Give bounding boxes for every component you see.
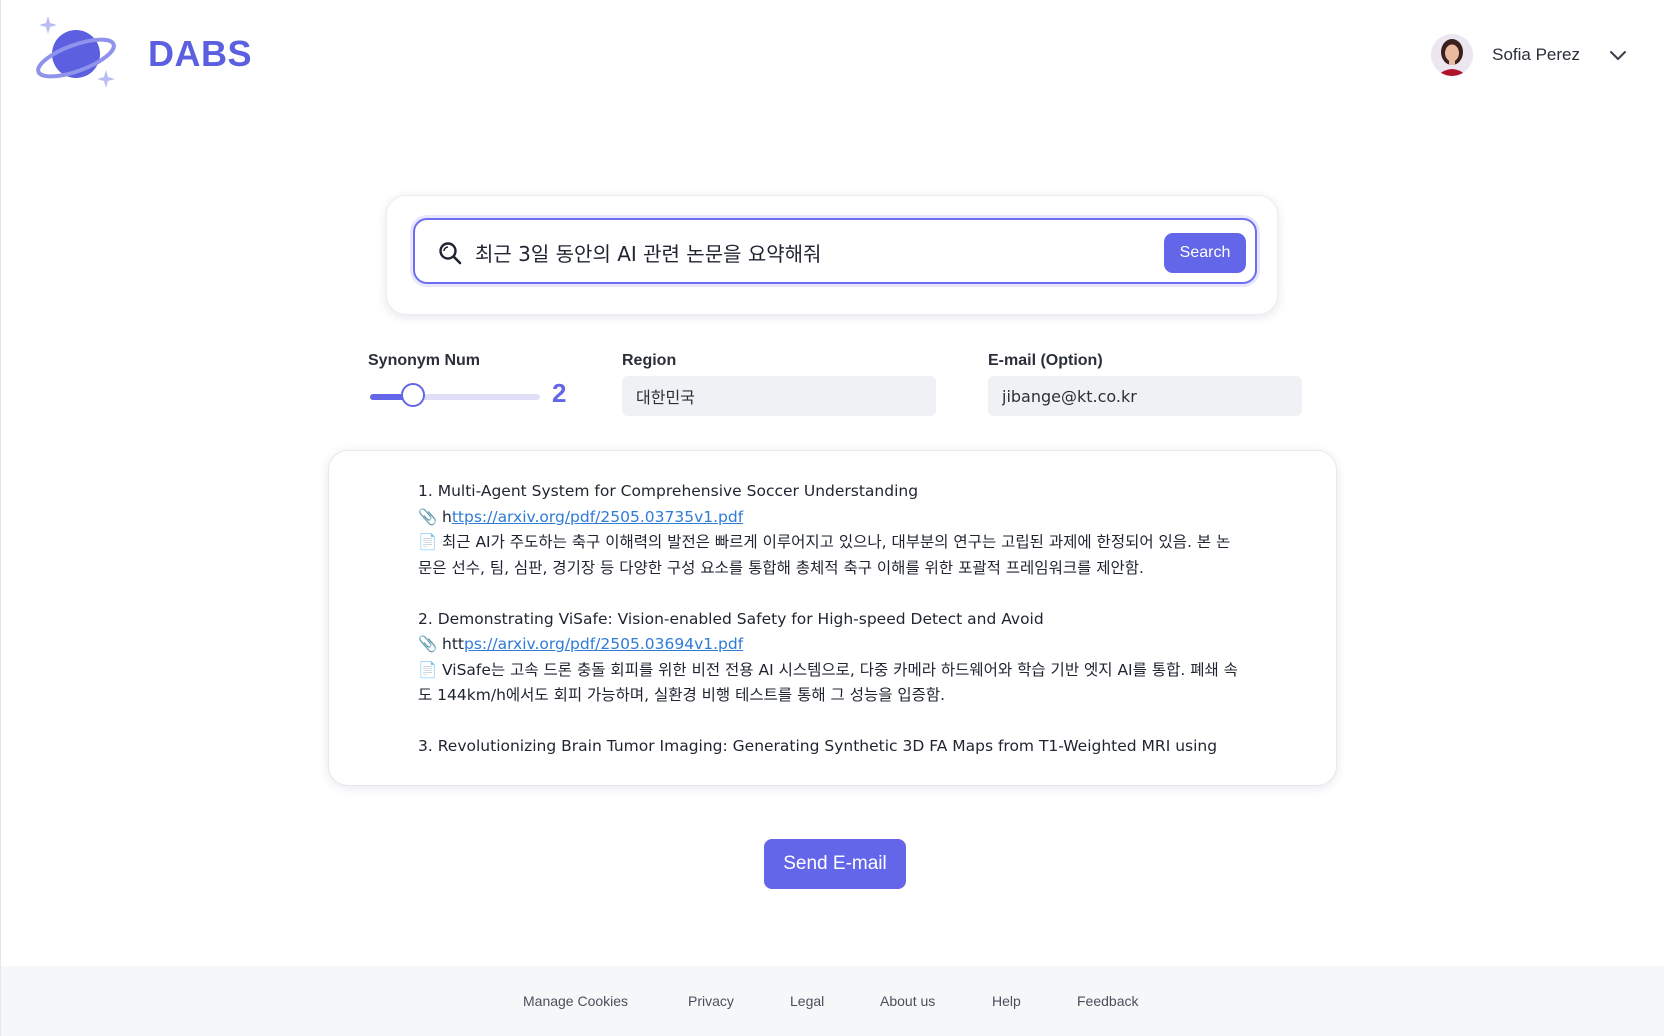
search-input[interactable]	[473, 230, 1157, 274]
result-link-prefix: htt	[442, 635, 464, 653]
footer-link-manage-cookies[interactable]: Manage Cookies	[523, 993, 628, 1009]
footer-link-about-us[interactable]: About us	[880, 993, 935, 1009]
result-link-line: 📎 https://arxiv.org/pdf/2505.03694v1.pdf	[418, 632, 1238, 658]
region-label: Region	[622, 352, 677, 369]
document-icon: 📄	[418, 533, 438, 551]
synonym-slider-thumb[interactable]	[400, 383, 425, 407]
user-name: Sofia Perez	[1492, 45, 1580, 64]
result-title: 3. Revolutionizing Brain Tumor Imaging: …	[418, 737, 1218, 755]
search-icon	[439, 242, 462, 265]
result-link-prefix: h	[442, 507, 452, 526]
search-card: Search	[386, 195, 1278, 315]
logo[interactable]: DABS	[36, 14, 252, 94]
result-summary-text: 최근 AI가 주도하는 축구 이해력의 발전은 빠르게 이루어지고 있으나, 대…	[418, 533, 1231, 577]
results-panel[interactable]: 1. Multi-Agent System for Comprehensive …	[328, 450, 1337, 786]
result-title: 1. Multi-Agent System for Comprehensive …	[418, 482, 919, 500]
paperclip-icon: 📎	[418, 507, 438, 526]
footer-link-feedback[interactable]: Feedback	[1077, 993, 1138, 1009]
footer-link-privacy[interactable]: Privacy	[688, 993, 734, 1009]
synonym-value: 2	[552, 378, 567, 408]
result-summary: 📄 ViSafe는 고속 드론 충돌 회피를 위한 비전 전용 AI 시스템으로,…	[418, 658, 1238, 709]
search-button[interactable]: Search	[1164, 233, 1246, 273]
synonym-slider-track[interactable]	[370, 394, 540, 400]
result-link[interactable]: ttps://arxiv.org/pdf/2505.03735v1.pdf	[452, 508, 743, 526]
result-summary-text: ViSafe는 고속 드론 충돌 회피를 위한 비전 전용 AI 시스템으로, …	[418, 660, 1238, 705]
brand-name: DABS	[148, 33, 253, 74]
results-list: 1. Multi-Agent System for Comprehensive …	[418, 479, 1238, 785]
send-email-button[interactable]: Send E-mail	[764, 839, 906, 889]
result-item: 2. Demonstrating ViSafe: Vision-enabled …	[418, 607, 1238, 709]
user-menu[interactable]: Sofia Perez	[1431, 34, 1628, 76]
email-label: E-mail (Option)	[988, 352, 1103, 369]
avatar[interactable]	[1431, 34, 1474, 76]
result-link[interactable]: ps://arxiv.org/pdf/2505.03694v1.pdf	[464, 635, 743, 653]
planet-logo-icon	[36, 16, 116, 88]
footer-link-help[interactable]: Help	[992, 993, 1021, 1009]
footer-link-legal[interactable]: Legal	[790, 993, 824, 1009]
region-field[interactable]	[622, 376, 936, 416]
result-item: 3. Revolutionizing Brain Tumor Imaging: …	[418, 734, 1238, 760]
email-field[interactable]	[988, 376, 1302, 416]
synonym-num-label: Synonym Num	[368, 352, 481, 369]
footer: Manage Cookies Privacy Legal About us He…	[1, 966, 1664, 1036]
result-summary: 📄 최근 AI가 주도하는 축구 이해력의 발전은 빠르게 이루어지고 있으나, …	[418, 530, 1238, 581]
document-icon: 📄	[418, 660, 438, 679]
result-item: 1. Multi-Agent System for Comprehensive …	[418, 479, 1238, 581]
search-box[interactable]: Search	[413, 218, 1257, 284]
chevron-down-icon[interactable]	[1608, 45, 1628, 65]
result-title: 2. Demonstrating ViSafe: Vision-enabled …	[418, 609, 1044, 628]
result-link-line: 📎 https://arxiv.org/pdf/2505.03735v1.pdf	[418, 505, 1238, 531]
paperclip-icon: 📎	[418, 635, 438, 653]
